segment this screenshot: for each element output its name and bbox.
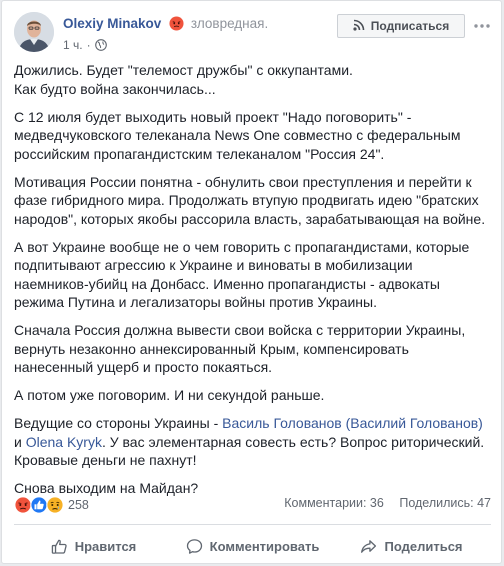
text-line: народов", которых якобы рассорила власть… xyxy=(14,210,486,227)
subscribe-button[interactable]: Подписаться xyxy=(337,14,465,38)
profile-link[interactable]: Olena Kyryk xyxy=(26,434,102,450)
text-line: С 12 июля будет выходить новый проект "Н… xyxy=(14,108,412,125)
comment-label: Комментировать xyxy=(209,538,320,554)
text-line: медведчуковского телеканала News One сов… xyxy=(14,127,461,143)
comments-count[interactable]: Комментарии: 36 xyxy=(284,496,384,510)
share-button[interactable]: Поделиться xyxy=(332,530,491,562)
share-label: Поделиться xyxy=(384,538,463,554)
text-line: Мотивация России понятна - обнулить свои… xyxy=(14,173,472,190)
more-options-icon[interactable] xyxy=(470,15,494,37)
text-line: А потом уже поговорим. И ни секундой ран… xyxy=(14,387,325,403)
text-line: Сначала Россия должна вывести свои войск… xyxy=(14,322,466,338)
like-button[interactable]: Нравится xyxy=(14,530,173,562)
action-bar: Нравится Комментировать Поделиться xyxy=(14,530,491,562)
paragraph: Мотивация России понятна - обнулить свои… xyxy=(14,173,496,229)
paragraph: Дожились. Будет "телемост дружбы" с окку… xyxy=(14,61,496,98)
paragraph: А потом уже поговорим. И ни секундой ран… xyxy=(14,386,496,405)
author-line: Olexiy Minakov зловредная. xyxy=(63,15,268,36)
globe-icon[interactable] xyxy=(94,39,107,55)
comment-icon xyxy=(186,538,203,555)
text-line: вернуть незаконно аннексированный Крым, … xyxy=(14,340,409,357)
thumbs-up-icon xyxy=(51,538,68,555)
engagement-stats: Комментарии: 36 Поделились: 47 xyxy=(284,496,491,510)
text-line: Дожились. Будет "телемост дружбы" с окку… xyxy=(14,62,353,78)
reaction-count: 258 xyxy=(68,498,89,512)
text-segment: и xyxy=(14,433,26,450)
profile-link[interactable]: Василь Голованов (Василий Голованов) xyxy=(222,415,483,431)
reactions-summary[interactable]: 258 xyxy=(14,495,89,515)
feeling-text: зловредная. xyxy=(190,16,269,31)
text-line: Как будто война закончилась... xyxy=(14,80,216,97)
text-line: российским пропагандистским телеканалом … xyxy=(14,145,385,162)
subscribe-label: Подписаться xyxy=(370,19,450,33)
angry-face-icon xyxy=(169,16,184,36)
text-line: А вот Украине вообще не о чем говорить с… xyxy=(14,238,470,255)
text-line: наемников-убийц на Донбасс. Именно пропа… xyxy=(14,275,440,292)
post-card: Olexiy Minakov зловредная. 1 ч. · Подпис… xyxy=(1,0,502,564)
sad-icon xyxy=(46,496,64,514)
text-line: режима Путина и легализаторы войны проти… xyxy=(14,294,377,310)
rss-icon xyxy=(353,19,365,34)
text-line: фазе гибридного мира. Продолжать втупую … xyxy=(14,192,479,208)
paragraph: С 12 июля будет выходить новый проект "Н… xyxy=(14,108,496,164)
post-text: Дожились. Будет "телемост дружбы" с окку… xyxy=(14,61,496,507)
paragraph: Сначала Россия должна вывести свои войск… xyxy=(14,321,496,377)
author-name[interactable]: Olexiy Minakov xyxy=(63,16,161,31)
like-label: Нравится xyxy=(74,538,137,554)
text-line: подпитывают агрессию к Украине и виноват… xyxy=(14,257,413,273)
post-time[interactable]: 1 ч. xyxy=(63,38,83,52)
post-meta: 1 ч. · xyxy=(63,37,107,55)
share-icon xyxy=(360,538,377,555)
divider xyxy=(14,524,491,525)
avatar[interactable] xyxy=(14,12,54,52)
shares-count[interactable]: Поделились: 47 xyxy=(399,496,491,510)
text-segment: . У вас элементарная совесть есть? Вопро… xyxy=(101,433,485,450)
comment-button[interactable]: Комментировать xyxy=(173,530,332,562)
text-line: Кровавые деньги не пахнут! xyxy=(14,452,197,468)
text-segment: Ведущие со стороны Украины - xyxy=(14,415,223,431)
text-line: нанесенный ущерб и просто покаяться. xyxy=(14,359,273,375)
paragraph: А вот Украине вообще не о чем говорить с… xyxy=(14,238,496,312)
mention-paragraph: Ведущие со стороны Украины - Василь Голо… xyxy=(14,414,496,470)
meta-separator: · xyxy=(86,38,91,52)
text-line: Снова выходим на Майдан? xyxy=(14,480,199,496)
